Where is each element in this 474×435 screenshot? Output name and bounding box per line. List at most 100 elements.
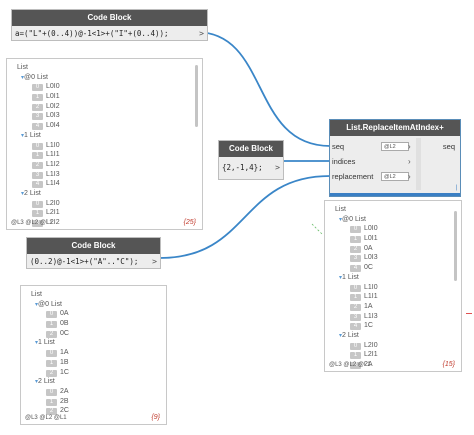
preview-scrollbar[interactable] bbox=[454, 211, 457, 281]
output-port-seq[interactable]: seq bbox=[443, 142, 455, 151]
item-value: L1I1 bbox=[46, 151, 60, 159]
list-item-row: 2 1A bbox=[335, 302, 378, 312]
list-tree: List ▾@0 List 0 0A 1 0B 2 0C ▾1 List 0 1A 1 1B 2 1C ▾2 Lis… bbox=[31, 290, 69, 416]
replace-item-at-index-node[interactable]: List.ReplaceItemAtIndex+ seq @L2 › indic… bbox=[329, 119, 461, 197]
list-item-row: 2 0A bbox=[335, 244, 378, 254]
item-value: L0I1 bbox=[46, 93, 60, 101]
list-label: List bbox=[29, 131, 41, 139]
code-block-node-3[interactable]: Code Block (0..2)@-1<1>+("A".."C"); > bbox=[26, 237, 161, 269]
output-port-arrow[interactable]: > bbox=[199, 26, 204, 42]
list-header-row: ▾@0 List bbox=[17, 73, 60, 83]
item-value: 1A bbox=[60, 349, 69, 357]
input-port-seq[interactable]: seq @L2 › bbox=[332, 140, 414, 153]
item-index-badge: 1 bbox=[350, 294, 361, 302]
list-item-row: 0 L1I0 bbox=[335, 283, 378, 293]
node-title[interactable]: Code Block bbox=[27, 238, 160, 254]
list-index: 2 bbox=[38, 378, 42, 386]
item-index-badge: 3 bbox=[32, 171, 43, 179]
list-item-row: 0 L1I0 bbox=[17, 141, 60, 151]
chevron-right-icon[interactable]: › bbox=[408, 155, 411, 168]
item-value: 2C bbox=[60, 407, 69, 415]
item-value: L2I0 bbox=[364, 341, 378, 349]
list-item-row: 4 L1I4 bbox=[17, 179, 60, 189]
chevron-right-icon[interactable]: › bbox=[408, 170, 411, 183]
code-text[interactable]: {2,-1,4}; bbox=[222, 163, 263, 172]
list-header-row: List bbox=[17, 63, 60, 73]
item-index-badge: 3 bbox=[32, 113, 43, 121]
item-index-badge: 3 bbox=[350, 255, 361, 263]
list-index: 2 bbox=[24, 189, 28, 197]
code-text[interactable]: a=("L"+(0..4))@-1<1>+("I"+(0..4)); bbox=[15, 29, 169, 38]
item-value: L1I3 bbox=[46, 170, 60, 178]
preview-bubble-cb1[interactable]: List ▾@0 List 0 L0I0 1 L0I1 2 L0I2 3 L0I3 4 L0I4 ▾1 Li… bbox=[6, 58, 203, 230]
list-label: List bbox=[31, 291, 42, 298]
list-index: @0 bbox=[38, 300, 50, 308]
item-value: L0I1 bbox=[364, 235, 378, 243]
list-item-row: 1 L0I1 bbox=[17, 92, 60, 102]
list-item-row: 2 0C bbox=[31, 329, 69, 339]
node-title[interactable]: Code Block bbox=[219, 141, 283, 157]
input-port-indices[interactable]: indices › bbox=[332, 155, 414, 168]
code-block-node-2[interactable]: Code Block {2,-1,4}; > bbox=[218, 140, 284, 180]
item-index-badge: 3 bbox=[350, 313, 361, 321]
output-port-arrow[interactable]: > bbox=[275, 160, 280, 176]
lacing-selector[interactable]: @L2 bbox=[381, 172, 409, 181]
list-index: 1 bbox=[24, 131, 28, 139]
output-port-arrow[interactable]: > bbox=[152, 254, 157, 270]
list-item-row: 0 0A bbox=[31, 309, 69, 319]
item-index-badge: 1 bbox=[32, 210, 43, 218]
item-count: {15} bbox=[442, 361, 455, 368]
code-block-node-1[interactable]: Code Block a=("L"+(0..4))@-1<1>+("I"+(0.… bbox=[11, 9, 208, 41]
item-value: L1I3 bbox=[364, 312, 378, 320]
item-value: L0I2 bbox=[46, 102, 60, 110]
item-count: {9} bbox=[151, 414, 160, 421]
list-index: @0 bbox=[24, 73, 36, 81]
node-title[interactable]: List.ReplaceItemAtIndex+ bbox=[330, 120, 460, 136]
dashed-hint bbox=[311, 223, 323, 235]
list-item-row: 1 L1I1 bbox=[17, 150, 60, 160]
item-value: 2A bbox=[60, 387, 69, 395]
code-input[interactable]: {2,-1,4}; > bbox=[219, 160, 283, 176]
graph-canvas[interactable]: Code Block a=("L"+(0..4))@-1<1>+("I"+(0.… bbox=[0, 0, 474, 435]
code-input[interactable]: a=("L"+(0..4))@-1<1>+("I"+(0..4)); > bbox=[12, 26, 207, 42]
item-index-badge: 0 bbox=[46, 388, 57, 396]
item-value: L1I1 bbox=[364, 293, 378, 301]
input-port-replacement[interactable]: replacement @L2 › bbox=[332, 170, 414, 183]
preview-bubble-replace[interactable]: List ▾@0 List 0 L0I0 1 L0I1 2 0A 3 L0I3 4 0C ▾1 List 0 L… bbox=[324, 200, 462, 372]
preview-scrollbar[interactable] bbox=[195, 65, 198, 127]
item-value: 0A bbox=[364, 244, 373, 252]
item-value: L0I3 bbox=[46, 112, 60, 120]
list-header-row: ▾2 List bbox=[31, 377, 69, 387]
chevron-right-icon[interactable]: › bbox=[408, 140, 411, 153]
list-item-row: 0 2A bbox=[31, 387, 69, 397]
list-header-row: ▾@0 List bbox=[335, 215, 378, 225]
code-text[interactable]: (0..2)@-1<1>+("A".."C"); bbox=[30, 257, 138, 266]
item-index-badge: 2 bbox=[32, 161, 43, 169]
item-value: L1I2 bbox=[46, 160, 60, 168]
item-index-badge: 1 bbox=[350, 236, 361, 244]
list-label: List bbox=[17, 64, 28, 71]
list-label: List bbox=[29, 189, 41, 197]
item-index-badge: 0 bbox=[32, 142, 43, 150]
item-index-badge: 2 bbox=[350, 303, 361, 311]
list-item-row: 2 1C bbox=[31, 368, 69, 378]
list-label: List bbox=[43, 339, 55, 347]
item-value: 2B bbox=[60, 397, 69, 405]
list-item-row: 0 L0I0 bbox=[17, 82, 60, 92]
code-input[interactable]: (0..2)@-1<1>+("A".."C"); > bbox=[27, 254, 160, 270]
list-label: List bbox=[37, 73, 48, 81]
port-label: seq bbox=[332, 142, 345, 151]
list-item-row: 3 L1I3 bbox=[17, 170, 60, 180]
canvas-marker bbox=[466, 313, 472, 314]
item-value: 1C bbox=[364, 322, 373, 330]
item-value: L1I0 bbox=[46, 141, 60, 149]
list-header-row: List bbox=[335, 205, 378, 215]
node-title[interactable]: Code Block bbox=[12, 10, 207, 26]
list-item-row: 1 L2I1 bbox=[17, 208, 60, 218]
list-item-row: 0 L0I0 bbox=[335, 224, 378, 234]
preview-bubble-cb3[interactable]: List ▾@0 List 0 0A 1 0B 2 0C ▾1 List 0 1A 1 1B 2 1C ▾2 Lis… bbox=[20, 285, 167, 425]
list-index: 1 bbox=[342, 273, 346, 281]
item-index-badge: 4 bbox=[350, 323, 361, 331]
list-header-row: ▾2 List bbox=[335, 331, 378, 341]
lacing-selector[interactable]: @L2 bbox=[381, 142, 409, 151]
